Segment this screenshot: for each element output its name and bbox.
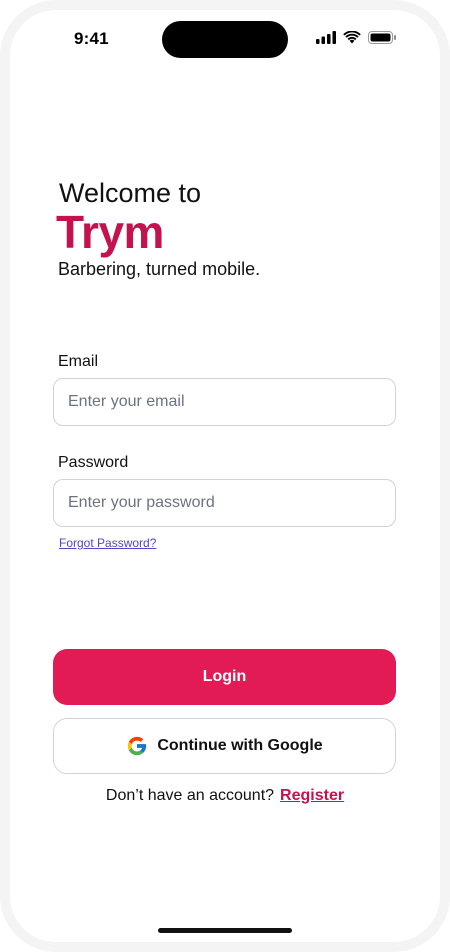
brand-name: Trym <box>56 206 164 258</box>
email-label: Email <box>58 353 99 370</box>
register-row: Don’t have an account? Register <box>10 787 440 805</box>
signal-icon <box>316 31 336 44</box>
home-indicator <box>158 928 292 933</box>
status-icons <box>316 31 397 44</box>
google-signin-button[interactable]: Continue with Google <box>53 718 396 774</box>
tagline: Barbering, turned mobile. <box>58 259 261 279</box>
dynamic-island <box>162 21 288 58</box>
password-label: Password <box>58 454 129 471</box>
wifi-icon <box>343 31 361 44</box>
google-icon <box>128 736 147 756</box>
no-account-text: Don’t have an account? <box>105 787 275 804</box>
email-field[interactable] <box>53 378 396 426</box>
status-time: 9:41 <box>74 29 109 48</box>
battery-icon <box>368 31 396 44</box>
register-link[interactable]: Register <box>280 787 344 804</box>
password-field[interactable] <box>53 479 396 527</box>
phone-screen: 9:41 Welcome to Trym Barbering, turned m… <box>10 10 440 942</box>
login-button[interactable]: Login <box>53 649 396 705</box>
phone-frame: 9:41 Welcome to Trym Barbering, turned m… <box>0 0 450 952</box>
forgot-password-link[interactable]: Forgot Password? <box>59 536 156 550</box>
google-button-label: Continue with Google <box>157 737 323 754</box>
